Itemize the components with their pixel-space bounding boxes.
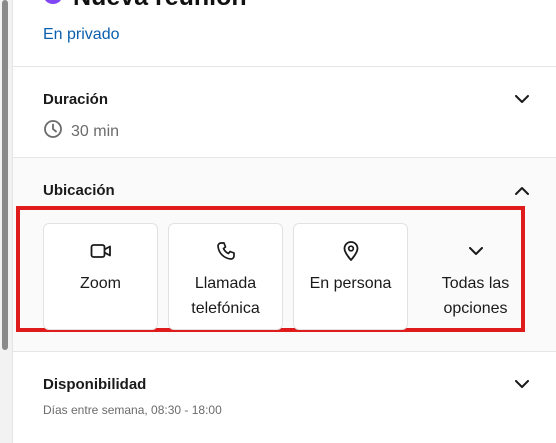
event-color-dot — [43, 0, 63, 4]
meeting-header: Nueva reunión En privado — [13, 0, 556, 67]
option-label: Todas las opciones — [441, 275, 510, 317]
location-options: Zoom Llamada telefónica En persona Todas… — [43, 223, 533, 330]
duration-value-row: 30 min — [43, 119, 119, 144]
chevron-down-icon[interactable] — [512, 374, 532, 394]
clock-icon — [43, 119, 63, 144]
video-camera-icon — [89, 239, 113, 263]
privacy-link[interactable]: En privado — [43, 26, 120, 44]
scrollbar-thumb[interactable] — [2, 0, 8, 350]
location-option-zoom[interactable]: Zoom — [43, 223, 158, 330]
availability-label: Disponibilidad — [43, 376, 147, 393]
location-option-phone[interactable]: Llamada telefónica — [168, 223, 283, 330]
availability-value: Días entre semana, 08:30 - 18:00 — [43, 403, 222, 417]
location-option-all[interactable]: Todas las opciones — [418, 223, 533, 330]
duration-label: Duración — [43, 91, 109, 108]
option-label: Zoom — [80, 275, 121, 292]
phone-icon — [214, 239, 238, 263]
chevron-down-icon — [464, 239, 488, 263]
chevron-up-icon[interactable] — [512, 180, 532, 200]
left-scrollbar[interactable] — [0, 0, 13, 443]
duration-section[interactable]: Duración 30 min — [13, 67, 556, 158]
availability-section[interactable]: Disponibilidad Días entre semana, 08:30 … — [13, 352, 556, 443]
map-pin-icon — [339, 239, 363, 263]
chevron-down-icon[interactable] — [512, 89, 532, 109]
option-label: En persona — [309, 275, 392, 292]
location-option-in-person[interactable]: En persona — [293, 223, 408, 330]
location-label: Ubicación — [43, 182, 115, 199]
option-label: Llamada telefónica — [191, 275, 260, 317]
location-section: Ubicación Zoom Llamada telefónica En per… — [13, 158, 556, 352]
page-title: Nueva reunión — [73, 0, 247, 12]
duration-value: 30 min — [71, 122, 120, 140]
meeting-settings-panel: Nueva reunión En privado Duración 30 min… — [13, 0, 556, 443]
